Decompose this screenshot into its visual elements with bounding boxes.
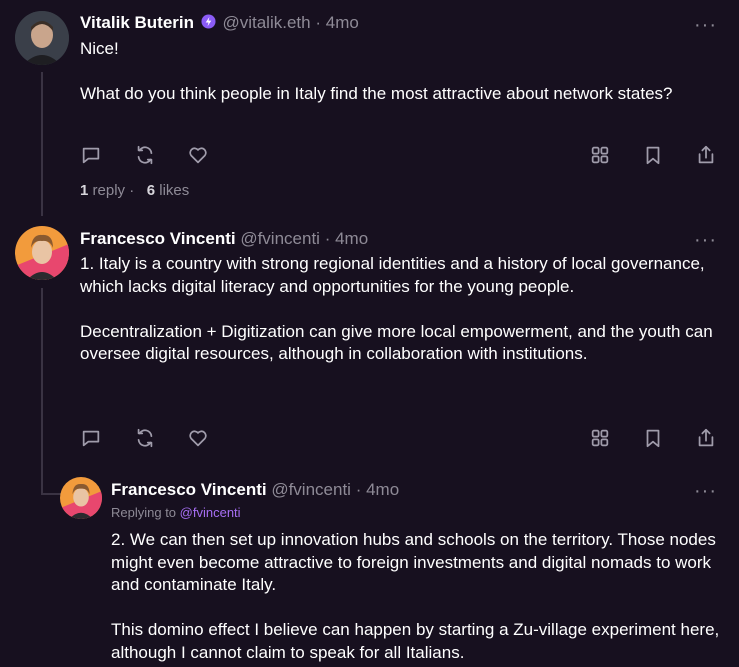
reply-count[interactable]: 1 — [80, 182, 88, 199]
post-paragraph: This domino effect I believe can happen … — [111, 620, 720, 662]
post-time[interactable]: 4mo — [366, 480, 399, 499]
post-header: Vitalik Buterin @vitalik.eth · 4mo — [80, 13, 359, 34]
reply-icon[interactable] — [80, 144, 104, 168]
dot-separator: · — [324, 229, 331, 248]
post-body: 2. We can then set up innovation hubs an… — [111, 529, 726, 664]
post-paragraph: What do you think people in Italy find t… — [80, 84, 673, 103]
likes-label[interactable]: likes — [159, 182, 189, 199]
post-vitalik[interactable]: Vitalik Buterin @vitalik.eth · 4mo ··· N… — [0, 0, 739, 216]
dot-separator: · — [315, 13, 321, 32]
dot-separator: · — [355, 480, 362, 499]
repost-icon[interactable] — [134, 144, 158, 168]
like-count[interactable]: 6 — [147, 182, 155, 199]
more-options-icon[interactable]: ··· — [694, 230, 717, 250]
post-body: 1. Italy is a country with strong region… — [80, 253, 720, 366]
bookmark-icon[interactable] — [642, 427, 666, 451]
author-handle[interactable]: @fvincenti — [240, 229, 320, 248]
post-header: Francesco Vincenti @fvincenti · 4mo — [111, 480, 399, 500]
nested-reply[interactable]: Francesco Vincenti @fvincenti · 4mo ··· … — [0, 474, 739, 667]
avatar[interactable] — [15, 226, 69, 280]
avatar[interactable] — [15, 11, 69, 65]
post-paragraph: Nice! — [80, 39, 119, 58]
share-icon[interactable] — [695, 427, 719, 451]
post-paragraph: 1. Italy is a country with strong region… — [80, 254, 705, 296]
replying-prefix: Replying to — [111, 505, 177, 520]
reply-label[interactable]: reply — [93, 182, 126, 199]
replying-to: Replying to @fvincenti — [111, 505, 241, 520]
post-header: Francesco Vincenti @fvincenti · 4mo — [80, 229, 368, 249]
avatar[interactable] — [60, 477, 102, 519]
post-paragraph: Decentralization + Digitization can give… — [80, 321, 713, 364]
share-icon[interactable] — [695, 144, 719, 168]
post-body: Nice! What do you think people in Italy … — [80, 38, 720, 106]
author-handle[interactable]: @fvincenti — [271, 480, 351, 499]
repost-icon[interactable] — [134, 427, 158, 451]
post-time[interactable]: 4mo — [335, 229, 368, 248]
collect-icon[interactable] — [589, 144, 613, 168]
post-paragraph: 2. We can then set up innovation hubs an… — [111, 530, 716, 594]
reply-icon[interactable] — [80, 427, 104, 451]
verified-icon — [201, 13, 216, 34]
post-stats: 1 reply · 6 likes — [80, 182, 189, 199]
author-name[interactable]: Francesco Vincenti — [111, 480, 267, 499]
author-handle[interactable]: @vitalik.eth — [222, 13, 310, 32]
like-icon[interactable] — [187, 144, 211, 168]
thread-line — [41, 72, 43, 216]
author-name[interactable]: Francesco Vincenti — [80, 229, 236, 248]
author-name[interactable]: Vitalik Buterin — [80, 13, 194, 32]
like-icon[interactable] — [187, 427, 211, 451]
more-options-icon[interactable]: ··· — [694, 15, 717, 35]
collect-icon[interactable] — [589, 427, 613, 451]
more-options-icon[interactable]: ··· — [694, 481, 717, 501]
stats-separator: · — [129, 182, 135, 199]
thread-line — [41, 288, 43, 494]
post-time[interactable]: 4mo — [326, 13, 359, 32]
post-francesco[interactable]: Francesco Vincenti @fvincenti · 4mo ··· … — [0, 216, 739, 667]
bookmark-icon[interactable] — [642, 144, 666, 168]
replying-to-link[interactable]: @fvincenti — [180, 505, 241, 520]
